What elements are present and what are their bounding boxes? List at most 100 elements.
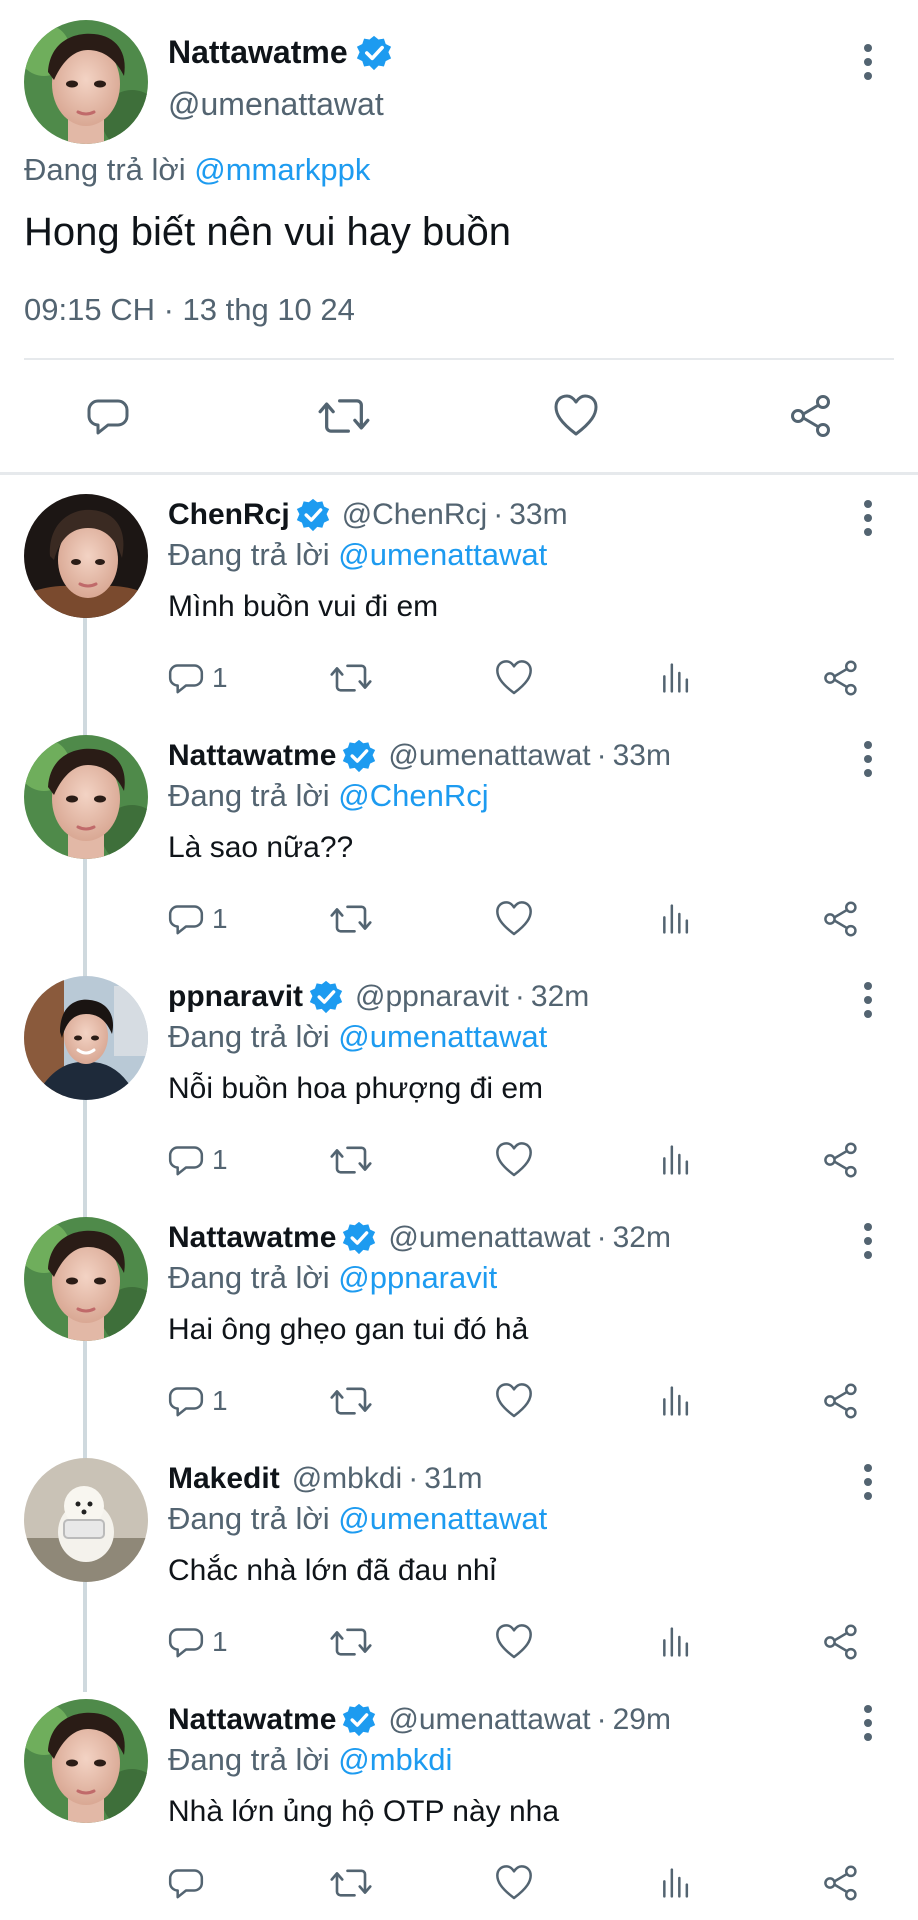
replying-to: Đang trả lời @ChenRcj xyxy=(168,778,489,814)
avatar[interactable] xyxy=(24,20,148,144)
reply-button[interactable]: 1 xyxy=(166,1618,228,1666)
retweet-button[interactable] xyxy=(330,1136,372,1184)
views-icon xyxy=(663,663,689,693)
like-button[interactable] xyxy=(546,386,606,446)
like-button[interactable] xyxy=(494,1618,534,1666)
more-icon[interactable] xyxy=(846,1219,890,1263)
replying-prefix: Đang trả lời xyxy=(168,537,330,572)
like-button[interactable] xyxy=(494,1377,534,1425)
replying-to: Đang trả lời @umenattawat xyxy=(168,1019,547,1055)
more-icon[interactable] xyxy=(846,737,890,781)
more-icon[interactable] xyxy=(846,40,890,84)
author-handle[interactable]: @umenattawat xyxy=(388,1221,590,1255)
reply-time[interactable]: 32m xyxy=(531,980,589,1014)
reply-button[interactable]: 1 xyxy=(166,895,228,943)
author-name[interactable]: Nattawatme xyxy=(168,34,348,71)
author-name[interactable]: Nattawatme xyxy=(168,739,336,773)
author-handle[interactable]: @umenattawat xyxy=(168,86,384,123)
views-button[interactable] xyxy=(656,895,696,943)
share-button[interactable] xyxy=(820,1377,860,1425)
replying-to-mention[interactable]: @mbkdi xyxy=(338,1742,452,1777)
reply-button[interactable] xyxy=(166,1859,212,1907)
author-name[interactable]: ChenRcj xyxy=(168,498,290,532)
author-name[interactable]: Makedit xyxy=(168,1462,280,1496)
more-icon[interactable] xyxy=(846,1701,890,1745)
replying-to-mention[interactable]: @umenattawat xyxy=(338,1019,547,1054)
author-name[interactable]: Nattawatme xyxy=(168,1221,336,1255)
like-button[interactable] xyxy=(494,654,534,702)
share-icon xyxy=(824,1865,857,1901)
verified-badge-icon xyxy=(295,498,330,532)
reply-text: Nhà lớn ủng hộ OTP này nha xyxy=(168,1795,560,1828)
separator-dot: · xyxy=(596,1703,607,1736)
replying-to-mention[interactable]: @umenattawat xyxy=(338,537,547,572)
reply-tweet[interactable]: ChenRcj @ChenRcj · 33m Đang trả lời @ume… xyxy=(0,494,918,735)
more-icon[interactable] xyxy=(846,1460,890,1504)
reply-action-bar: 1 xyxy=(0,1377,918,1425)
author-handle[interactable]: @umenattawat xyxy=(388,1703,590,1737)
like-button[interactable] xyxy=(494,1859,534,1907)
more-icon[interactable] xyxy=(846,978,890,1022)
verified-badge-icon xyxy=(342,1221,377,1255)
avatar[interactable] xyxy=(24,735,148,859)
reply-time[interactable]: 32m xyxy=(613,1221,671,1255)
avatar[interactable] xyxy=(24,976,148,1100)
author-name[interactable]: ppnaravit xyxy=(168,980,303,1014)
views-button[interactable] xyxy=(656,654,696,702)
share-button[interactable] xyxy=(820,1618,860,1666)
avatar[interactable] xyxy=(24,1458,148,1582)
author-handle[interactable]: @umenattawat xyxy=(388,739,590,773)
author-handle[interactable]: @ppnaravit xyxy=(355,980,509,1014)
replying-prefix: Đang trả lời xyxy=(168,1019,330,1054)
like-button[interactable] xyxy=(494,895,534,943)
reply-icon xyxy=(168,1146,204,1176)
reply-button[interactable]: 1 xyxy=(166,654,228,702)
replying-to-mention[interactable]: @umenattawat xyxy=(338,1501,547,1536)
reply-time[interactable]: 29m xyxy=(613,1703,671,1737)
replying-to-mention[interactable]: @ChenRcj xyxy=(338,778,488,813)
retweet-button[interactable] xyxy=(330,1618,372,1666)
more-icon[interactable] xyxy=(846,496,890,540)
share-button[interactable] xyxy=(820,654,860,702)
avatar[interactable] xyxy=(24,1699,148,1823)
reply-action-bar: 1 xyxy=(0,1136,918,1184)
retweet-button[interactable] xyxy=(314,386,374,446)
retweet-button[interactable] xyxy=(330,1859,372,1907)
main-tweet: Nattawatme @umenattawat Đang trả lời @mm… xyxy=(0,0,918,474)
author-handle[interactable]: @ChenRcj xyxy=(342,498,488,532)
like-button[interactable] xyxy=(494,1136,534,1184)
reply-tweet[interactable]: Makedit @mbkdi · 31m Đang trả lời @umena… xyxy=(0,1458,918,1699)
author-handle[interactable]: @mbkdi xyxy=(292,1462,402,1496)
replying-prefix: Đang trả lời xyxy=(24,152,186,187)
views-button[interactable] xyxy=(656,1618,696,1666)
author-name[interactable]: Nattawatme xyxy=(168,1703,336,1737)
reply-button[interactable]: 1 xyxy=(166,1377,228,1425)
retweet-button[interactable] xyxy=(330,895,372,943)
reply-time[interactable]: 33m xyxy=(509,498,567,532)
views-button[interactable] xyxy=(656,1377,696,1425)
reply-tweet[interactable]: Nattawatme @umenattawat · 29m Đang trả l… xyxy=(0,1699,918,1920)
retweet-button[interactable] xyxy=(330,654,372,702)
avatar[interactable] xyxy=(24,1217,148,1341)
share-button[interactable] xyxy=(820,1136,860,1184)
share-button[interactable] xyxy=(820,1859,860,1907)
avatar[interactable] xyxy=(24,494,148,618)
reply-time[interactable]: 31m xyxy=(424,1462,482,1496)
reply-tweet[interactable]: ppnaravit @ppnaravit · 32m Đang trả lời … xyxy=(0,976,918,1217)
reply-button[interactable]: 1 xyxy=(166,1136,228,1184)
reply-button[interactable] xyxy=(78,386,138,446)
share-button[interactable] xyxy=(820,895,860,943)
replying-to-mention[interactable]: @mmarkppk xyxy=(194,152,370,187)
reply-tweet[interactable]: Nattawatme @umenattawat · 32m Đang trả l… xyxy=(0,1217,918,1458)
divider xyxy=(24,358,894,360)
views-button[interactable] xyxy=(656,1136,696,1184)
tweet-timestamp[interactable]: 09:15 CH · 13 thg 10 24 xyxy=(24,292,355,328)
verified-badge-icon xyxy=(342,1703,377,1737)
replying-to-mention[interactable]: @ppnaravit xyxy=(338,1260,497,1295)
retweet-button[interactable] xyxy=(330,1377,372,1425)
reply-tweet[interactable]: Nattawatme @umenattawat · 33m Đang trả l… xyxy=(0,735,918,976)
share-button[interactable] xyxy=(780,386,840,446)
views-button[interactable] xyxy=(656,1859,696,1907)
verified-badge-icon xyxy=(342,739,377,773)
reply-time[interactable]: 33m xyxy=(613,739,671,773)
